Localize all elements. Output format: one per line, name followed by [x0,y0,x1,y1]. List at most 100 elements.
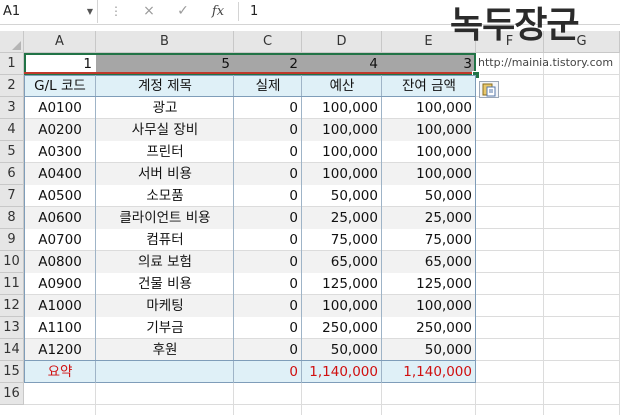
more-options-icon[interactable]: ⋮ [110,0,122,23]
table-cell[interactable]: 건물 비용 [96,273,234,295]
row-header-4[interactable]: 4 [0,119,24,141]
table-cell[interactable]: A1100 [24,317,96,339]
table-cell[interactable]: 100,000 [382,163,476,185]
table-cell[interactable]: A0900 [24,273,96,295]
table-cell[interactable]: 0 [234,141,302,163]
table-header-cell[interactable]: 계정 제목 [96,75,234,97]
table-cell[interactable]: 클라이언트 비용 [96,207,234,229]
summary-cell[interactable]: 1,140,000 [302,361,382,383]
row-header-10[interactable]: 10 [0,251,24,273]
table-cell[interactable]: 소모품 [96,185,234,207]
table-cell[interactable]: 컴퓨터 [96,229,234,251]
table-cell[interactable]: 100,000 [382,97,476,119]
table-cell[interactable]: 0 [234,163,302,185]
row-header-13[interactable]: 13 [0,317,24,339]
summary-cell[interactable]: 1,140,000 [382,361,476,383]
table-cell[interactable]: 광고 [96,97,234,119]
function-icon[interactable]: fx [207,0,229,23]
table-cell[interactable]: 서버 비용 [96,163,234,185]
table-cell[interactable]: 50,000 [382,185,476,207]
chevron-down-icon[interactable]: ▼ [87,0,93,23]
table-header-cell[interactable]: 잔여 금액 [382,75,476,97]
enter-icon[interactable]: ✓ [172,0,194,23]
table-cell[interactable]: 마케팅 [96,295,234,317]
table-cell[interactable]: 75,000 [302,229,382,251]
table-header-cell[interactable]: G/L 코드 [24,75,96,97]
row-header-15[interactable]: 15 [0,361,24,383]
table-cell[interactable]: 0 [234,97,302,119]
table-cell[interactable]: 0 [234,295,302,317]
table-cell[interactable]: A0700 [24,229,96,251]
table-cell[interactable]: 65,000 [382,251,476,273]
table-cell[interactable]: 100,000 [302,163,382,185]
table-cell[interactable]: A0200 [24,119,96,141]
table-cell[interactable]: 사무실 장비 [96,119,234,141]
row-header-12[interactable]: 12 [0,295,24,317]
table-cell[interactable]: 의료 보험 [96,251,234,273]
table-cell[interactable]: 75,000 [382,229,476,251]
table-cell[interactable]: A1000 [24,295,96,317]
table-cell[interactable]: 250,000 [302,317,382,339]
table-cell[interactable]: 65,000 [302,251,382,273]
table-cell[interactable]: 125,000 [382,273,476,295]
row-header-3[interactable]: 3 [0,97,24,119]
table-cell[interactable]: 0 [234,251,302,273]
select-all-button[interactable] [0,31,24,53]
table-cell[interactable]: 100,000 [302,97,382,119]
table-cell[interactable]: A1200 [24,339,96,361]
table-cell[interactable]: 50,000 [302,185,382,207]
table-cell[interactable]: 50,000 [382,339,476,361]
table-header-cell[interactable]: 실제 [234,75,302,97]
row-header-14[interactable]: 14 [0,339,24,361]
cancel-icon[interactable]: × [138,0,160,23]
column-header-d[interactable]: D [302,31,382,53]
table-cell[interactable]: 기부금 [96,317,234,339]
formula-input[interactable]: 1 [250,0,258,23]
row-header-2[interactable]: 2 [0,75,24,97]
table-cell[interactable]: A0600 [24,207,96,229]
summary-cell[interactable]: 0 [234,361,302,383]
table-cell[interactable]: 0 [234,339,302,361]
table-cell[interactable]: 25,000 [382,207,476,229]
table-cell[interactable]: 100,000 [302,141,382,163]
table-cell[interactable]: 0 [234,317,302,339]
table-cell[interactable]: 100,000 [382,119,476,141]
row-header-7[interactable]: 7 [0,185,24,207]
row-header-16[interactable]: 16 [0,383,24,405]
table-cell[interactable]: 0 [234,185,302,207]
table-cell[interactable]: 0 [234,119,302,141]
row-header-8[interactable]: 8 [0,207,24,229]
column-header-a[interactable]: A [24,31,96,53]
table-cell[interactable]: 100,000 [382,141,476,163]
table-cell[interactable]: 0 [234,273,302,295]
table-cell[interactable]: 0 [234,229,302,251]
summary-cell[interactable] [96,361,234,383]
table-cell[interactable]: 100,000 [382,295,476,317]
row-header-5[interactable]: 5 [0,141,24,163]
row-header-11[interactable]: 11 [0,273,24,295]
table-cell[interactable]: 0 [234,207,302,229]
column-header-c[interactable]: C [234,31,302,53]
table-header-cell[interactable]: 예산 [302,75,382,97]
table-cell[interactable]: 후원 [96,339,234,361]
table-cell[interactable]: 25,000 [302,207,382,229]
table-cell[interactable]: 프린터 [96,141,234,163]
row-header-9[interactable]: 9 [0,229,24,251]
table-cell[interactable]: 100,000 [302,295,382,317]
table-cell[interactable]: A0800 [24,251,96,273]
table-cell[interactable]: 125,000 [302,273,382,295]
row-header-6[interactable]: 6 [0,163,24,185]
formula-bar-separator [238,2,239,21]
column-header-b[interactable]: B [96,31,234,53]
table-cell[interactable]: A0300 [24,141,96,163]
table-cell[interactable]: 250,000 [382,317,476,339]
table-cell[interactable]: 100,000 [302,119,382,141]
table-cell[interactable]: A0500 [24,185,96,207]
summary-cell[interactable]: 요약 [24,361,96,383]
table-cell[interactable]: A0100 [24,97,96,119]
row-header-1[interactable]: 1 [0,53,24,75]
table-cell[interactable]: 50,000 [302,339,382,361]
table-cell[interactable]: A0400 [24,163,96,185]
paste-options-icon[interactable] [479,81,499,98]
name-box[interactable]: A1 ▼ [0,0,98,23]
